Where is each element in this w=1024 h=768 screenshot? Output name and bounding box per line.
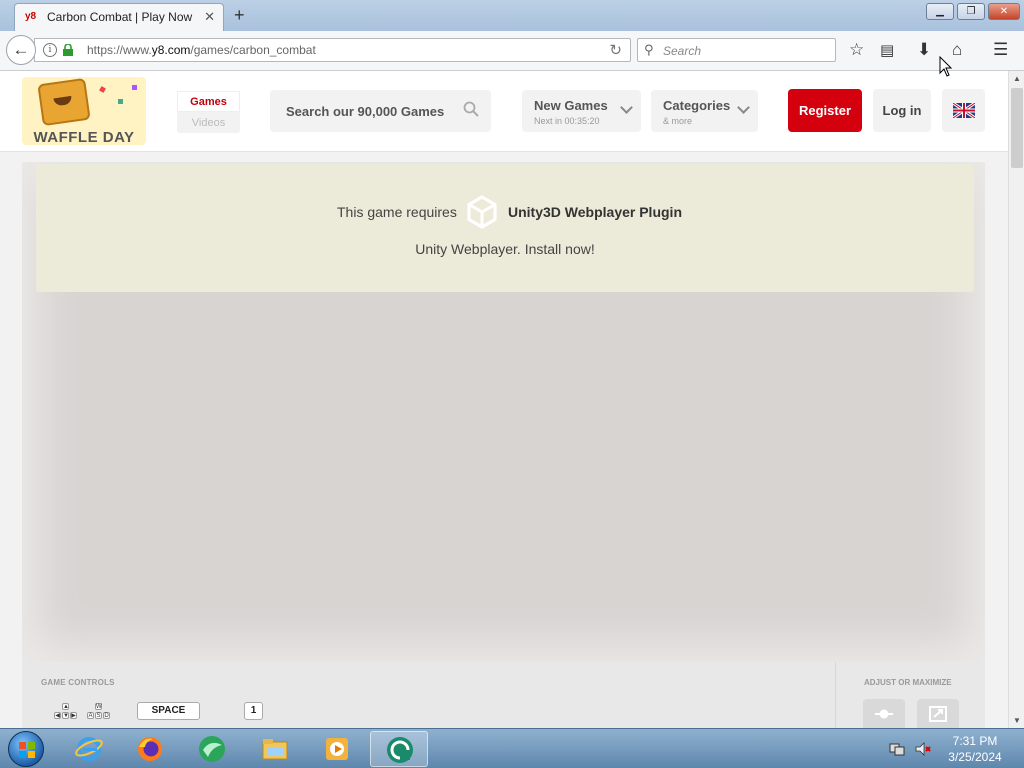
minimize-button[interactable]: ▁ <box>926 3 954 20</box>
page-scrollbar[interactable]: ▲ ▼ <box>1008 71 1024 728</box>
a-key: A <box>87 712 94 719</box>
close-window-button[interactable]: ✕ <box>988 3 1020 20</box>
maximize-game-button[interactable] <box>917 699 959 728</box>
taskbar-media-player[interactable] <box>308 731 366 767</box>
home-icon[interactable]: ⌂ <box>952 40 962 60</box>
language-selector[interactable] <box>942 89 985 132</box>
internet-explorer-icon <box>75 737 103 761</box>
register-button[interactable]: Register <box>788 89 862 132</box>
taskbar-unity-webplayer[interactable] <box>370 731 428 767</box>
lock-icon <box>63 44 73 56</box>
plugin-requirement-text: This game requires <box>337 204 457 220</box>
start-button[interactable] <box>8 731 44 767</box>
slider-icon <box>875 709 893 719</box>
confetti-icon <box>118 99 123 104</box>
media-switch: Games Videos <box>177 91 240 133</box>
plugin-name: Unity3D Webplayer Plugin <box>508 204 682 220</box>
bookmark-star-icon[interactable]: ☆ <box>849 40 864 60</box>
chevron-down-icon <box>620 101 633 114</box>
windows-taskbar: 7:31 PM 3/25/2024 <box>0 728 1024 768</box>
arrow-right-key: ▶ <box>70 712 77 719</box>
tab-close-icon[interactable]: ✕ <box>204 9 215 25</box>
arrow-up-key: ▲ <box>62 703 69 710</box>
space-key: SPACE <box>137 702 200 720</box>
maximize-icon <box>929 706 947 722</box>
info-icon[interactable]: i <box>43 43 57 57</box>
arrow-left-key: ◀ <box>54 712 61 719</box>
volume-muted-icon[interactable] <box>915 741 931 757</box>
reading-list-icon[interactable]: ▤ <box>880 41 894 59</box>
taskbar-firefox[interactable] <box>121 731 179 767</box>
waffle-mascot-icon <box>37 77 91 127</box>
media-player-icon <box>326 738 348 760</box>
videos-tab[interactable]: Videos <box>177 113 240 133</box>
windows-logo-icon <box>19 742 35 758</box>
system-clock[interactable]: 7:31 PM 3/25/2024 <box>940 733 1010 765</box>
adjust-size-button[interactable] <box>863 699 905 728</box>
unity-webplayer-icon <box>387 737 413 763</box>
site-header: WAFFLE DAY Games Videos Search our 90,00… <box>0 71 1008 152</box>
reload-icon[interactable]: ↻ <box>609 41 622 59</box>
unity-logo-icon <box>467 195 497 229</box>
back-button[interactable]: ← <box>6 35 36 65</box>
clock-time: 7:31 PM <box>952 734 998 748</box>
arrow-down-key: ▼ <box>62 712 69 719</box>
browser-navbar: i https://www.y8.com/games/carbon_combat… <box>0 31 1024 71</box>
unity-plugin-banner[interactable]: This game requires Unity3D Webplayer Plu… <box>36 164 974 292</box>
download-icon[interactable]: ⬇ <box>917 40 931 60</box>
scrollbar-thumb[interactable] <box>1011 88 1023 168</box>
new-games-countdown: Next in 00:35:20 <box>534 116 600 126</box>
clock-date: 3/25/2024 <box>948 750 1002 764</box>
new-games-dropdown[interactable]: New Games Next in 00:35:20 <box>522 90 641 132</box>
taskbar-internet-explorer[interactable] <box>60 731 118 767</box>
w-key: W <box>95 703 102 710</box>
page-content: This game requires Unity3D Webplayer Plu… <box>0 152 1008 728</box>
scroll-down-icon[interactable]: ▼ <box>1013 716 1021 725</box>
categories-subtitle: & more <box>663 116 693 126</box>
chevron-down-icon <box>737 101 750 114</box>
waffle-day-logo[interactable]: WAFFLE DAY <box>22 77 146 145</box>
mouse-cursor-icon <box>939 56 953 77</box>
game-player-area[interactable]: This game requires Unity3D Webplayer Plu… <box>22 162 985 662</box>
categories-dropdown[interactable]: Categories & more <box>651 90 758 132</box>
browser-titlebar: y8 Carbon Combat | Play Now ✕ + ▁ ❐ ✕ <box>0 0 1024 31</box>
network-icon[interactable] <box>889 741 905 757</box>
search-icon[interactable] <box>463 101 479 117</box>
browser-search-field[interactable]: ⚲ Search <box>637 38 836 62</box>
firefox-icon <box>138 737 162 761</box>
maximize-button[interactable]: ❐ <box>957 3 985 20</box>
taskbar-green-app[interactable] <box>183 731 241 767</box>
game-controls-bar: GAME CONTROLS ▲ ◀ ▼ ▶ W A S D SPACE 1 AD… <box>22 662 985 728</box>
new-games-title: New Games <box>534 98 608 113</box>
browser-tab[interactable]: y8 Carbon Combat | Play Now ✕ <box>14 3 224 31</box>
tab-title: Carbon Combat | Play Now <box>47 10 193 24</box>
green-app-icon <box>199 736 225 762</box>
search-icon: ⚲ <box>644 42 654 57</box>
url-text: https://www.y8.com/games/carbon_combat <box>87 43 316 57</box>
game-controls-label: GAME CONTROLS <box>41 678 115 687</box>
y8-favicon-icon: y8 <box>25 11 37 22</box>
number-one-key: 1 <box>244 702 263 720</box>
menu-icon[interactable]: ☰ <box>993 40 1008 60</box>
address-bar[interactable]: i https://www.y8.com/games/carbon_combat… <box>34 38 631 62</box>
install-plugin-link[interactable]: Unity Webplayer. Install now! <box>36 241 974 257</box>
site-search-placeholder: Search our 90,000 Games <box>286 104 445 119</box>
logo-text: WAFFLE DAY <box>33 129 135 145</box>
file-explorer-icon <box>262 739 288 760</box>
s-key: S <box>95 712 102 719</box>
d-key: D <box>103 712 110 719</box>
adjust-maximize-label: ADJUST OR MAXIMIZE <box>864 678 952 687</box>
site-search-input[interactable]: Search our 90,000 Games <box>270 90 491 132</box>
uk-flag-icon <box>953 103 975 118</box>
taskbar-file-explorer[interactable] <box>246 731 304 767</box>
confetti-icon <box>99 86 106 93</box>
scroll-up-icon[interactable]: ▲ <box>1013 74 1021 83</box>
categories-title: Categories <box>663 98 731 113</box>
games-tab[interactable]: Games <box>177 91 240 112</box>
browser-search-placeholder: Search <box>663 44 702 58</box>
new-tab-button[interactable]: + <box>234 5 245 26</box>
controls-divider <box>835 662 836 728</box>
confetti-icon <box>132 85 137 90</box>
login-button[interactable]: Log in <box>873 89 931 132</box>
